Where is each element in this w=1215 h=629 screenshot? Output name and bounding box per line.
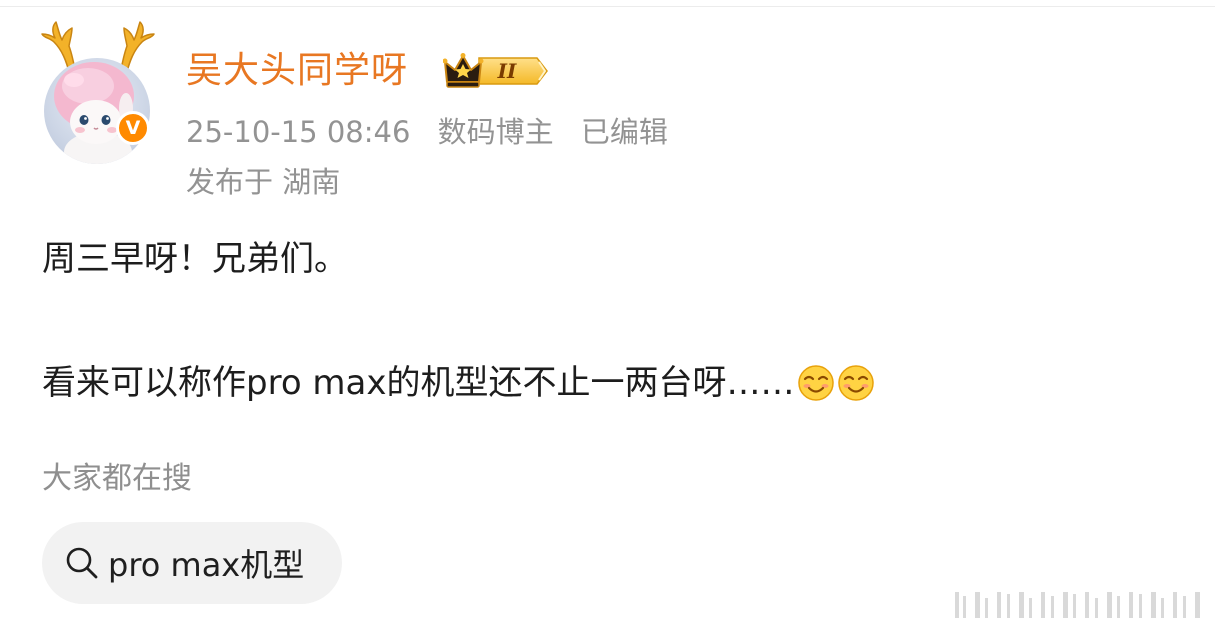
watermark-logo bbox=[955, 592, 1200, 618]
smile-emoji-icon bbox=[837, 365, 874, 401]
post-text-line-2-text: 看来可以称作pro max的机型还不止一两台呀…… bbox=[42, 363, 795, 403]
post-text-line-2: 看来可以称作pro max的机型还不止一两台呀…… bbox=[42, 357, 875, 409]
avatar[interactable]: V bbox=[40, 20, 156, 164]
weibo-post-card: V 吴大头同学呀 II 25-10-15 08:46 数码博主 已编辑 发布于 … bbox=[0, 0, 1215, 629]
post-meta: 25-10-15 08:46 数码博主 已编辑 bbox=[186, 108, 668, 156]
post-location: 发布于 湖南 bbox=[186, 165, 341, 199]
top-divider bbox=[0, 6, 1215, 7]
post-time[interactable]: 25-10-15 08:46 bbox=[186, 115, 410, 149]
post-text-line-1: 周三早呀！兄弟们。 bbox=[42, 239, 348, 279]
verified-v-icon: V bbox=[116, 111, 150, 145]
trending-search-heading: 大家都在搜 bbox=[42, 461, 192, 496]
search-chip-label: pro max机型 bbox=[108, 546, 305, 584]
user-category: 数码博主 bbox=[437, 115, 554, 149]
search-icon bbox=[66, 547, 98, 579]
rank-label: II bbox=[497, 59, 517, 83]
search-chip-pro-max[interactable]: pro max机型 bbox=[42, 522, 342, 604]
crown-rank-icon[interactable]: II bbox=[443, 52, 551, 90]
edited-label[interactable]: 已编辑 bbox=[581, 115, 668, 149]
user-name[interactable]: 吴大头同学呀 bbox=[186, 45, 408, 97]
smile-emoji-icon bbox=[797, 365, 834, 401]
